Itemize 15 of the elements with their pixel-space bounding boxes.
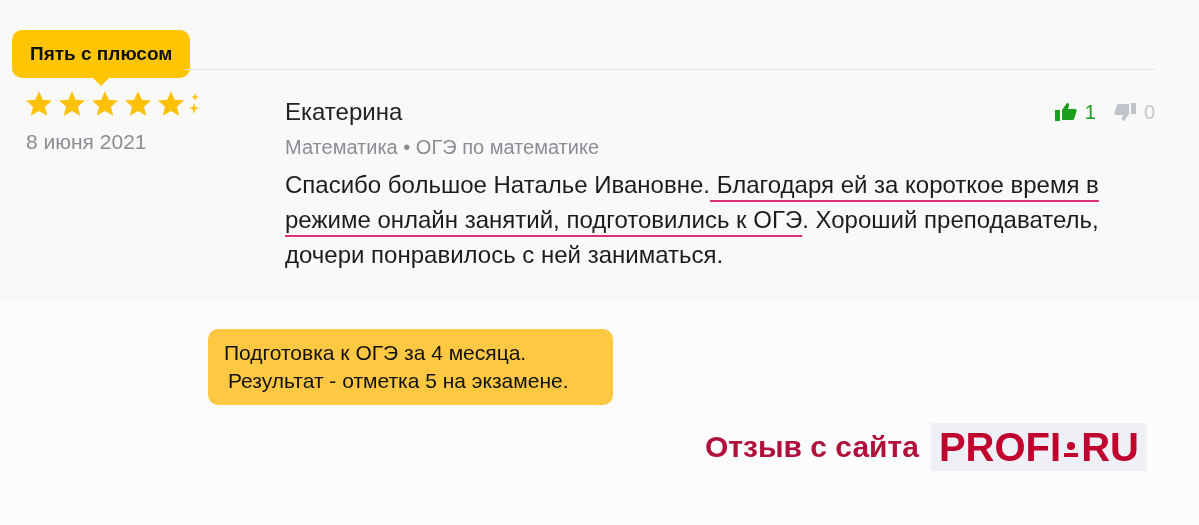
star-icon [24, 90, 54, 118]
like-button[interactable]: 1 [1054, 100, 1096, 124]
source-label: Отзыв с сайта [705, 430, 919, 464]
review-date: 8 июня 2021 [26, 130, 148, 154]
star-icon [57, 90, 87, 118]
profi-logo: PROFI RU [930, 423, 1147, 471]
sparkle-icon [189, 93, 199, 115]
star-icon [156, 90, 186, 118]
review-text: Спасибо большое Наталье Ивановне. Благодаря ей за короткое время в режиме онлайн занятий, подготовились к ОГЭ. Хороший преподаватель, дочери понравилось с ней заниматься. [285, 170, 1100, 270]
author-name: Екатерина [285, 98, 403, 126]
note-box: Подготовка к ОГЭ за 4 месяца. Результат - отметка 5 на экзамене. [208, 329, 613, 405]
star-icon [90, 90, 120, 118]
star-icon [123, 90, 153, 118]
rating-tooltip: Пять с плюсом [12, 30, 191, 86]
subject-line: Математика • ОГЭ по математике [285, 136, 600, 159]
